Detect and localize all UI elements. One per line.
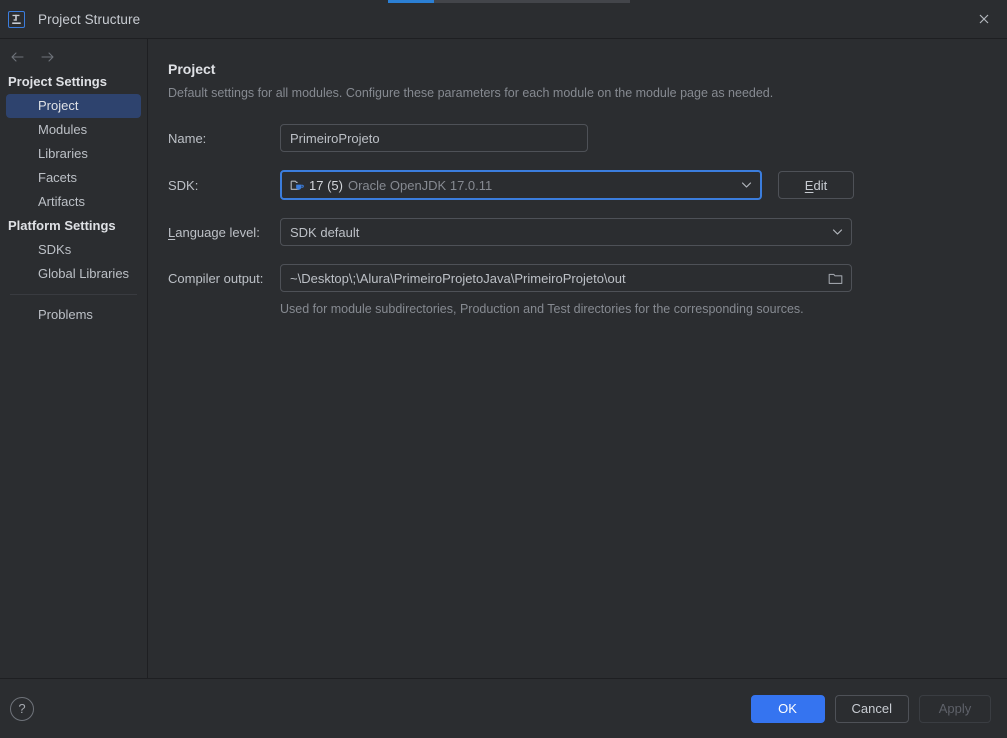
- edit-button-label: dit: [813, 177, 828, 193]
- sidebar-group-platform-settings: Platform Settings: [8, 218, 116, 233]
- name-input[interactable]: PrimeiroProjeto: [280, 124, 588, 152]
- edit-button-mnemonic: E: [804, 177, 814, 193]
- language-level-label: Language level:: [168, 224, 260, 240]
- sdk-label: SDK:: [168, 177, 199, 193]
- cancel-button[interactable]: Cancel: [834, 694, 909, 723]
- sidebar-divider: [10, 294, 137, 295]
- sidebar-group-project-settings: Project Settings: [8, 74, 107, 89]
- name-input-value: PrimeiroProjeto: [290, 130, 380, 146]
- sidebar-item-label: Modules: [38, 122, 88, 137]
- folder-icon[interactable]: [825, 268, 845, 288]
- chevron-down-icon: [832, 228, 843, 236]
- sidebar-item-libraries[interactable]: Libraries: [6, 142, 141, 166]
- compiler-output-value: ~\Desktop\;\Alura\PrimeiroProjetoJava\Pr…: [290, 270, 626, 286]
- sdk-dropdown[interactable]: 17 (5) Oracle OpenJDK 17.0.11: [280, 170, 762, 200]
- compiler-output-input[interactable]: ~\Desktop\;\Alura\PrimeiroProjetoJava\Pr…: [280, 264, 852, 292]
- sidebar-item-label: Libraries: [38, 146, 88, 161]
- arrow-right-icon[interactable]: [38, 48, 56, 66]
- apply-button: Apply: [919, 694, 991, 723]
- sidebar: Project Settings Project Modules Librari…: [0, 39, 148, 678]
- chevron-down-icon: [741, 181, 752, 189]
- compiler-output-hint: Used for module subdirectories, Producti…: [280, 302, 804, 316]
- language-level-mnemonic: L: [168, 224, 176, 240]
- sidebar-item-label: Problems: [38, 307, 93, 322]
- sidebar-item-label: Facets: [38, 170, 78, 185]
- page-title: Project: [168, 61, 216, 77]
- language-level-dropdown[interactable]: SDK default: [280, 218, 852, 246]
- sdk-row: SDK: 17 (5) Oracle OpenJDK 17.0.11 E dit: [168, 170, 1007, 200]
- sidebar-item-problems[interactable]: Problems: [6, 303, 141, 327]
- sidebar-item-label: SDKs: [38, 242, 72, 257]
- dialog-footer: ? OK Cancel Apply: [0, 678, 1007, 738]
- compiler-output-row: Compiler output: ~\Desktop\;\Alura\Prime…: [168, 264, 1007, 292]
- sdk-version: 17 (5): [309, 177, 343, 193]
- progress-bar: [0, 0, 1007, 3]
- sidebar-item-label: Project: [38, 98, 79, 113]
- ok-button[interactable]: OK: [750, 694, 825, 723]
- question-mark-icon[interactable]: ?: [10, 696, 34, 721]
- main-panel: Project Default settings for all modules…: [148, 39, 1007, 678]
- progress-fill: [388, 0, 434, 3]
- window-title: Project Structure: [38, 11, 141, 27]
- edit-sdk-button[interactable]: Edit: [778, 171, 854, 199]
- sidebar-item-global-libraries[interactable]: Global Libraries: [6, 262, 141, 286]
- intellij-idea-icon: [8, 10, 25, 28]
- title-bar: Project Structure: [0, 0, 1007, 38]
- jdk-icon: [290, 178, 304, 192]
- language-level-row: Language level: SDK default: [168, 218, 1007, 246]
- sidebar-item-label: Artifacts: [38, 194, 85, 209]
- sidebar-item-artifacts[interactable]: Artifacts: [6, 190, 141, 214]
- name-label: Name:: [168, 130, 207, 146]
- language-level-value: SDK default: [290, 224, 360, 240]
- project-structure-dialog: Project Structure Project Settings Proje…: [0, 0, 1007, 738]
- close-icon[interactable]: [961, 0, 1007, 38]
- page-description: Default settings for all modules. Config…: [168, 86, 774, 100]
- sidebar-item-label: Global Libraries: [38, 266, 130, 281]
- sidebar-nav-arrows: [0, 44, 147, 70]
- compiler-output-label: Compiler output:: [168, 270, 264, 286]
- sidebar-item-facets[interactable]: Facets: [6, 166, 141, 190]
- sidebar-item-project[interactable]: Project: [6, 94, 141, 118]
- sdk-vendor-name: Oracle OpenJDK 17.0.11: [347, 177, 493, 193]
- arrow-left-icon[interactable]: [8, 48, 26, 66]
- dialog-body: Project Settings Project Modules Librari…: [0, 38, 1007, 678]
- name-row: Name: PrimeiroProjeto: [168, 124, 1007, 152]
- sidebar-item-modules[interactable]: Modules: [6, 118, 141, 142]
- sidebar-item-sdks[interactable]: SDKs: [6, 238, 141, 262]
